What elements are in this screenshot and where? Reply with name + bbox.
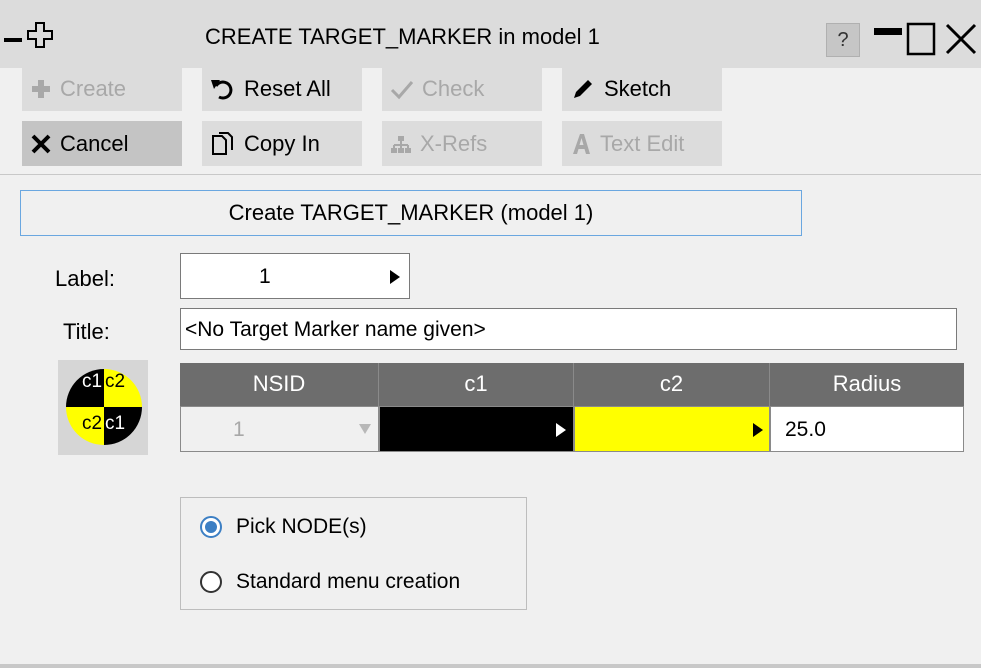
create-button[interactable]: Create bbox=[22, 66, 182, 111]
close-icon[interactable] bbox=[944, 22, 978, 56]
text-edit-label: Text Edit bbox=[600, 130, 685, 156]
hierarchy-icon bbox=[391, 135, 411, 153]
label-field[interactable]: 1 bbox=[180, 253, 410, 299]
column-header-c2: c2 bbox=[574, 363, 770, 406]
marker-c1-top: c1 bbox=[82, 371, 103, 392]
copy-document-icon bbox=[212, 131, 233, 155]
text-a-icon bbox=[573, 133, 590, 154]
standard-menu-radio[interactable] bbox=[200, 571, 222, 593]
arrow-right-icon[interactable] bbox=[556, 423, 566, 437]
standard-menu-option[interactable]: Standard menu creation bbox=[200, 567, 460, 597]
copy-in-button[interactable]: Copy In bbox=[202, 121, 362, 166]
pick-nodes-radio[interactable] bbox=[200, 516, 222, 538]
marker-c2-bottom: c2 bbox=[82, 413, 103, 434]
window-title: CREATE TARGET_MARKER in model 1 bbox=[205, 24, 600, 49]
nsid-value: 1 bbox=[233, 418, 245, 441]
column-header-nsid: NSID bbox=[180, 363, 379, 406]
column-header-radius: Radius bbox=[770, 363, 964, 406]
cancel-button[interactable]: Cancel bbox=[22, 121, 182, 166]
title-bar[interactable]: CREATE TARGET_MARKER in model 1 ? bbox=[0, 0, 981, 68]
panel-header: Create TARGET_MARKER (model 1) bbox=[20, 190, 802, 236]
nsid-cell[interactable]: 1 bbox=[180, 406, 379, 452]
title-field[interactable]: <No Target Marker name given> bbox=[180, 308, 957, 350]
pick-nodes-option[interactable]: Pick NODE(s) bbox=[200, 512, 367, 542]
sketch-button[interactable]: Sketch bbox=[562, 66, 722, 111]
c1-color-cell[interactable] bbox=[379, 406, 574, 452]
sketch-label: Sketch bbox=[604, 75, 672, 101]
c2-color-cell[interactable] bbox=[574, 406, 770, 452]
toolbar-separator bbox=[0, 174, 981, 175]
copy-in-label: Copy In bbox=[244, 130, 320, 156]
reset-all-button[interactable]: Reset All bbox=[202, 66, 362, 111]
pin-cross-icon[interactable] bbox=[26, 20, 54, 52]
marker-c2-top: c2 bbox=[105, 371, 126, 392]
label-value: 1 bbox=[259, 265, 271, 288]
column-header-c1: c1 bbox=[379, 363, 574, 406]
minimize-icon[interactable] bbox=[874, 28, 902, 36]
reset-all-label: Reset All bbox=[244, 75, 331, 101]
pick-nodes-label: Pick NODE(s) bbox=[236, 515, 367, 538]
x-icon bbox=[31, 134, 51, 153]
arrow-right-icon[interactable] bbox=[390, 270, 400, 284]
title-value: <No Target Marker name given> bbox=[185, 318, 486, 341]
marker-c1-bottom: c1 bbox=[105, 413, 126, 434]
check-label: Check bbox=[422, 75, 485, 101]
radius-value: 25.0 bbox=[785, 418, 826, 441]
help-button[interactable]: ? bbox=[826, 23, 860, 57]
standard-menu-label: Standard menu creation bbox=[236, 570, 461, 593]
xrefs-label: X-Refs bbox=[420, 130, 488, 156]
xrefs-button[interactable]: X-Refs bbox=[382, 121, 542, 166]
pencil-icon bbox=[574, 79, 592, 98]
check-button[interactable]: Check bbox=[382, 66, 542, 111]
arrow-right-icon[interactable] bbox=[753, 423, 763, 437]
maximize-icon[interactable] bbox=[906, 22, 936, 56]
checkmark-icon bbox=[390, 80, 414, 99]
radius-cell[interactable]: 25.0 bbox=[770, 406, 964, 452]
bottom-border bbox=[0, 664, 981, 668]
checker-disc-icon bbox=[66, 369, 142, 445]
text-edit-button[interactable]: Text Edit bbox=[562, 121, 722, 166]
dropdown-triangle-icon[interactable] bbox=[359, 424, 371, 434]
plus-icon bbox=[32, 79, 50, 98]
label-caption: Label: bbox=[55, 266, 115, 291]
target-marker-icon: c1 c2 c2 c1 bbox=[58, 360, 148, 455]
cancel-label: Cancel bbox=[60, 130, 129, 156]
undo-icon bbox=[211, 79, 233, 99]
title-caption: Title: bbox=[63, 319, 110, 344]
create-label: Create bbox=[60, 75, 127, 101]
